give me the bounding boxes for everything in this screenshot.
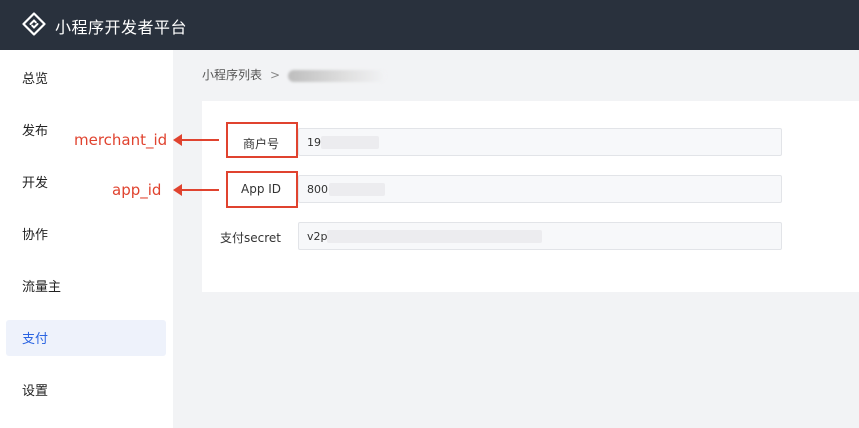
sidebar-item-label: 开发 xyxy=(22,176,49,191)
sidebar-item-label: 设置 xyxy=(22,384,49,399)
sidebar-item-payment[interactable]: 支付 xyxy=(6,320,166,356)
breadcrumb-separator: > xyxy=(270,68,281,82)
sidebar-item-overview[interactable]: 总览 xyxy=(0,60,173,94)
pay-secret-value: v2p xyxy=(307,230,328,243)
link-logo-icon[interactable] xyxy=(22,12,46,36)
pay-secret-field[interactable]: v2p xyxy=(298,222,782,250)
sidebar: 总览 发布 开发 协作 流量主 支付 设置 xyxy=(0,50,173,428)
app-id-highlight-box xyxy=(226,171,298,208)
sidebar-item-label: 发布 xyxy=(22,124,49,139)
merchant-id-arrow-icon xyxy=(173,134,219,146)
top-bar: 小程序开发者平台 xyxy=(0,0,859,50)
app-id-field[interactable]: 800( xyxy=(298,175,782,203)
pay-secret-label: 支付secret xyxy=(220,231,281,245)
app-title: 小程序开发者平台 xyxy=(55,18,188,37)
app-id-annotation: app_id xyxy=(112,181,162,199)
merchant-id-highlight-box xyxy=(226,122,298,158)
breadcrumb-current-blurred xyxy=(288,69,387,82)
breadcrumb: 小程序列表 > xyxy=(202,66,387,83)
app-id-mask xyxy=(329,183,385,196)
sidebar-item-label: 协作 xyxy=(22,228,49,243)
sidebar-item-collaborate[interactable]: 协作 xyxy=(0,216,173,250)
merchant-id-mask xyxy=(321,136,379,149)
pay-secret-mask xyxy=(327,230,542,243)
sidebar-item-label: 流量主 xyxy=(22,280,62,295)
app-id-arrow-icon xyxy=(173,184,219,196)
sidebar-item-label: 支付 xyxy=(22,332,49,347)
breadcrumb-root[interactable]: 小程序列表 xyxy=(202,68,262,82)
sidebar-item-traffic-owner[interactable]: 流量主 xyxy=(0,268,173,302)
merchant-id-annotation: merchant_id xyxy=(74,131,168,149)
sidebar-item-settings[interactable]: 设置 xyxy=(0,372,173,406)
sidebar-item-label: 总览 xyxy=(22,72,49,87)
merchant-id-field[interactable]: 19( xyxy=(298,128,782,156)
